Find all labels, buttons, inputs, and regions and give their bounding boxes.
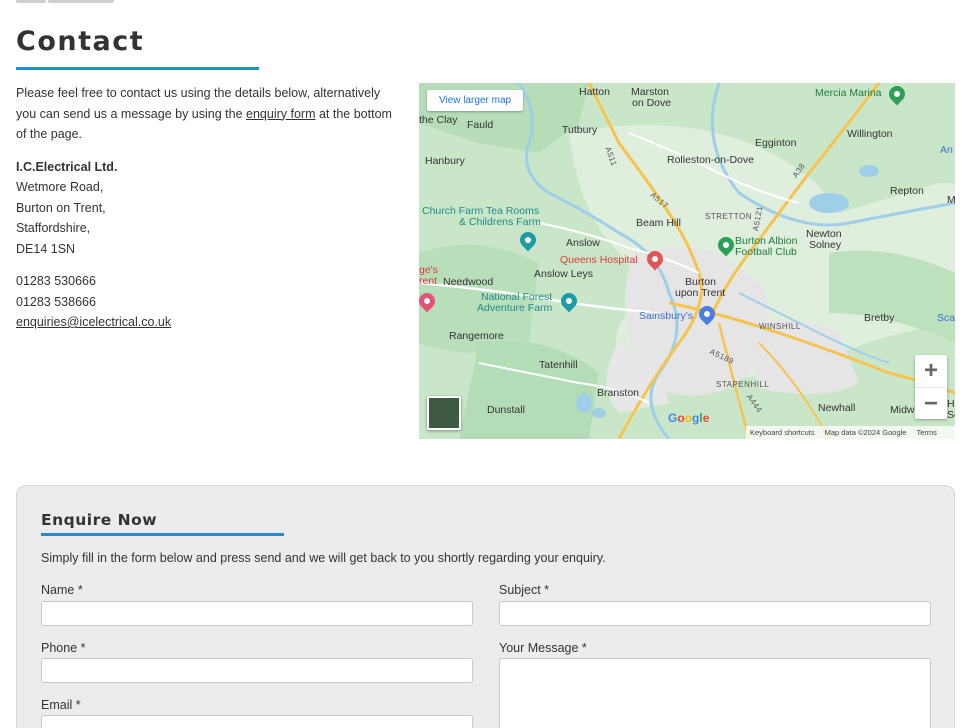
name-input[interactable] — [41, 601, 473, 626]
zoom-in-button[interactable]: + — [915, 355, 947, 387]
message-textarea[interactable] — [499, 658, 931, 728]
top-tab[interactable] — [48, 0, 114, 3]
title-underline — [16, 67, 259, 70]
map-place: Sca — [937, 312, 955, 324]
phone-email-block: 01283 530666 01283 538666 enquiries@icel… — [16, 271, 396, 333]
enquire-panel: Enquire Now Simply fill in the form belo… — [16, 485, 955, 728]
map-terms-link[interactable]: Terms — [916, 428, 936, 437]
view-larger-map-link[interactable]: View larger map — [427, 90, 524, 111]
map-place: So — [947, 409, 955, 421]
map-place: Anslow Leys — [534, 268, 593, 280]
map-place: Adventure Farm — [477, 302, 553, 314]
map-place: upon Trent — [675, 287, 726, 299]
map-place: Willington — [847, 128, 893, 140]
satellite-layer-toggle[interactable] — [427, 396, 461, 430]
contact-info: Please feel free to contact us using the… — [16, 83, 396, 345]
map-place: Tatenhill — [539, 359, 578, 371]
map-place: rent — [419, 275, 438, 287]
email-link[interactable]: enquiries@icelectrical.co.uk — [16, 315, 171, 329]
phone-label: Phone * — [41, 641, 86, 655]
map-place: Needwood — [443, 276, 494, 288]
zoom-controls: + − — [915, 355, 947, 419]
email-label: Email * — [41, 698, 81, 712]
address-line: Wetmore Road, — [16, 180, 104, 194]
map-place: Branston — [597, 387, 640, 399]
map-place: & Childrens Farm — [459, 216, 541, 228]
map-place: STRETTON — [705, 212, 752, 221]
map-place: Repton — [890, 185, 924, 197]
map-place: Rolleston-on-Dove — [667, 154, 754, 166]
map-place: Football Club — [735, 246, 797, 258]
map-place: STAPENHILL — [716, 380, 770, 389]
map-place: Solney — [809, 239, 842, 251]
message-label: Your Message * — [499, 641, 587, 655]
enquiry-form-link[interactable]: enquiry form — [246, 107, 315, 121]
enquire-underline — [41, 533, 284, 536]
map-place: Anslow — [566, 237, 600, 249]
subject-label: Subject * — [499, 583, 550, 597]
top-tabs — [16, 0, 114, 3]
map-place: Newhall — [818, 402, 856, 414]
map-place: Midw — [890, 404, 915, 416]
map-place: M — [947, 194, 955, 206]
company-name: I.C.Electrical Ltd. — [16, 159, 118, 174]
page-title: Contact — [16, 26, 145, 57]
address-line: Staffordshire, — [16, 221, 91, 235]
map-place: Bretby — [864, 312, 895, 324]
contact-intro: Please feel free to contact us using the… — [16, 86, 392, 141]
map-place: Queens Hospital — [560, 254, 638, 266]
fax-number: 01283 538666 — [16, 294, 96, 309]
map-place: Tutbury — [562, 124, 598, 136]
map-place: An — [940, 144, 953, 156]
map-place: Beam Hill — [636, 217, 681, 229]
map-place: the Clay — [419, 114, 458, 126]
address-line: DE14 1SN — [16, 241, 76, 256]
map-place: Rangemore — [449, 330, 504, 342]
map-footer: Keyboard shortcuts Map data ©2024 Google… — [746, 426, 955, 439]
map-place: on Dove — [632, 97, 672, 109]
google-logo: Google — [668, 411, 710, 425]
email-input[interactable] — [41, 715, 473, 728]
map-place: Hanbury — [425, 155, 465, 167]
map-place: Fauld — [467, 119, 494, 131]
phone-number: 01283 530666 — [16, 274, 96, 288]
map-place: Mercia Marina — [815, 87, 882, 99]
keyboard-shortcuts-link[interactable]: Keyboard shortcuts — [750, 428, 815, 437]
map-embed[interactable]: Hatton Marston on Dove Mercia Marina the… — [419, 83, 955, 439]
zoom-out-button[interactable]: − — [915, 387, 947, 419]
address-line: Burton on Trent, — [16, 200, 106, 215]
map-place: Sainsbury's — [639, 310, 693, 322]
enquire-intro: Simply fill in the form below and press … — [41, 551, 606, 565]
map-place: WINSHILL — [759, 322, 801, 331]
address-block: I.C.Electrical Ltd. Wetmore Road, Burton… — [16, 157, 396, 260]
top-tab[interactable] — [16, 0, 46, 3]
subject-input[interactable] — [499, 601, 931, 626]
map-place: Egginton — [755, 137, 797, 149]
map-place: Dunstall — [487, 404, 525, 416]
phone-input[interactable] — [41, 658, 473, 683]
map-place: Hatton — [579, 86, 610, 98]
map-data-credit: Map data ©2024 Google — [824, 428, 907, 437]
name-label: Name * — [41, 583, 83, 597]
enquire-title: Enquire Now — [41, 511, 158, 529]
